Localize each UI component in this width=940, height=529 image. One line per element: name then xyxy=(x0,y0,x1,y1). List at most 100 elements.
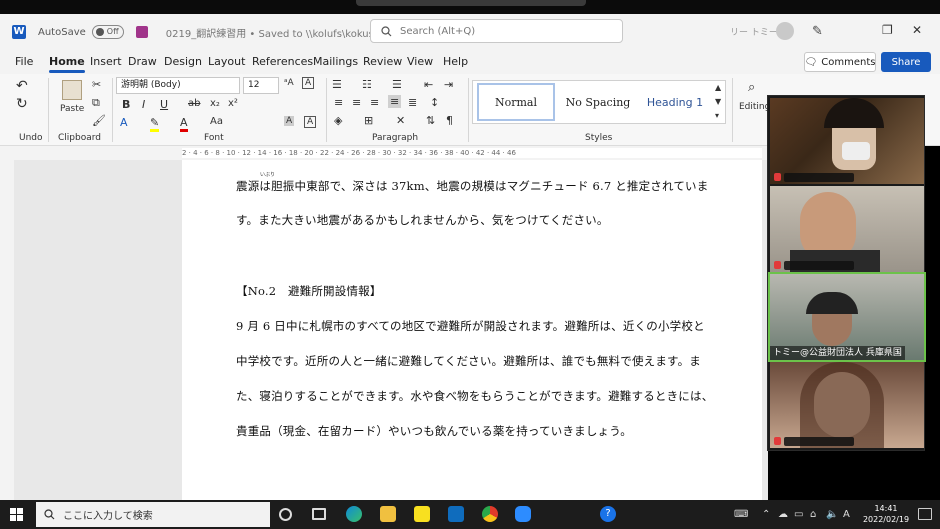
video-tile[interactable] xyxy=(770,98,924,184)
style-no-spacing[interactable]: No Spacing xyxy=(559,83,637,121)
comments-button[interactable]: 🗨 Comments xyxy=(804,52,876,72)
doc-heading[interactable]: 【No.2 避難所開設情報】 xyxy=(236,283,382,299)
tab-file[interactable]: File xyxy=(15,55,33,68)
font-name-select[interactable]: 游明朝 (Body) xyxy=(116,77,240,94)
highlight-icon[interactable]: ✎ xyxy=(150,116,160,132)
tab-layout[interactable]: Layout xyxy=(208,55,245,68)
onedrive-icon[interactable]: ☁ xyxy=(778,509,788,520)
shading-icon[interactable]: A xyxy=(284,116,295,126)
numbering-icon[interactable]: ☷ xyxy=(362,78,372,91)
video-tile[interactable] xyxy=(770,186,924,272)
multilevel-list-icon[interactable]: ☰ xyxy=(392,78,402,91)
ime-mode[interactable]: A xyxy=(843,509,850,520)
taskbar-search[interactable]: ここに入力して検索 xyxy=(36,502,270,527)
document-title[interactable]: 0219_翻訳練習用 • Saved to \\kolufs\kokusv01 … xyxy=(166,25,404,40)
strikethrough-button[interactable]: ab xyxy=(188,98,200,109)
bold-button[interactable]: B xyxy=(122,98,130,111)
editing-label[interactable]: Editing xyxy=(739,102,770,112)
avatar[interactable] xyxy=(776,22,794,40)
underline-button[interactable]: U xyxy=(160,98,168,111)
network-icon[interactable]: ⌂ xyxy=(810,509,816,520)
doc-line[interactable]: 中学校です。近所の人と一緒に避難してください。避難所は、誰でも無料で使えます。ま xyxy=(236,353,701,369)
notifications-icon[interactable] xyxy=(918,508,932,520)
horizontal-ruler[interactable]: 2 · 4 · 6 · 8 · 10 · 12 · 14 · 16 · 18 ·… xyxy=(0,146,768,160)
change-case-icon[interactable]: ᵃA xyxy=(284,78,294,88)
style-normal[interactable]: Normal xyxy=(477,83,555,121)
help-icon[interactable]: ? xyxy=(600,506,616,522)
increase-indent-icon[interactable]: ⇥ xyxy=(444,78,453,91)
undo-icon[interactable]: ↶ xyxy=(16,78,28,94)
tab-references[interactable]: References xyxy=(252,55,313,68)
italic-button[interactable]: I xyxy=(142,98,145,111)
sort-icon[interactable]: ⇅ xyxy=(426,114,435,127)
video-tile-active-speaker[interactable]: トミー@公益財団法人 兵庫県国 xyxy=(768,272,926,362)
edge-icon[interactable] xyxy=(346,506,362,522)
task-view-icon[interactable] xyxy=(312,508,326,520)
tab-view[interactable]: View xyxy=(407,55,433,68)
paste-label[interactable]: Paste xyxy=(60,104,84,114)
show-marks-icon[interactable]: ¶ xyxy=(446,114,453,127)
align-right-icon[interactable]: ≡ xyxy=(370,96,379,109)
tab-review[interactable]: Review xyxy=(363,55,402,68)
save-icon[interactable] xyxy=(135,26,148,38)
clock[interactable]: 14:41 2022/02/19 xyxy=(856,503,916,525)
redo-icon[interactable]: ↻ xyxy=(16,96,28,112)
document-page[interactable]: いぶり 震源は胆振中東部で、深さは 37km、地震の規模はマグニチュード 6.7… xyxy=(182,160,762,500)
restore-icon[interactable]: ❐ xyxy=(882,23,893,37)
styles-more-icon[interactable]: ▾ xyxy=(715,111,719,120)
share-toolbar-handle[interactable] xyxy=(356,0,586,6)
tab-home[interactable]: Home xyxy=(49,55,85,73)
subscript-button[interactable]: x₂ xyxy=(210,98,220,109)
copy-icon[interactable]: ⧉ xyxy=(92,96,100,110)
close-icon[interactable]: ✕ xyxy=(912,23,922,37)
sticky-notes-icon[interactable] xyxy=(414,506,430,522)
styles-scroll-up-icon[interactable]: ▲ xyxy=(715,83,721,92)
line-spacing-icon[interactable]: ↕ xyxy=(430,96,439,109)
clear-format-icon[interactable]: A xyxy=(302,77,315,89)
doc-line[interactable]: 9 月 6 日中に札幌市のすべての地区で避難所が開設されます。避難所は、近くの小… xyxy=(236,318,705,334)
find-icon[interactable]: ⌕ xyxy=(748,80,755,95)
vertical-ruler[interactable] xyxy=(0,160,14,500)
video-tile[interactable] xyxy=(770,362,924,448)
cortana-icon[interactable] xyxy=(279,508,292,521)
text-effects-icon[interactable]: A xyxy=(120,116,128,129)
align-left-icon[interactable]: ≡ xyxy=(334,96,343,109)
asian-layout-icon[interactable]: ✕ xyxy=(396,114,405,127)
border-char-icon[interactable]: A xyxy=(304,116,317,128)
user-name[interactable]: リー トミー xyxy=(730,25,778,38)
windows-start-icon[interactable] xyxy=(10,508,23,521)
tab-insert[interactable]: Insert xyxy=(90,55,122,68)
tab-help[interactable]: Help xyxy=(443,55,468,68)
search-box[interactable]: Search (Alt+Q) xyxy=(370,19,623,43)
bullets-icon[interactable]: ☰ xyxy=(332,78,342,91)
battery-icon[interactable]: ▭ xyxy=(794,509,803,520)
tab-design[interactable]: Design xyxy=(164,55,202,68)
autosave-toggle[interactable]: Off xyxy=(91,25,124,39)
ime-toolbar-icon[interactable]: ⌨ xyxy=(734,509,748,520)
chrome-icon[interactable] xyxy=(482,506,498,522)
paste-icon[interactable] xyxy=(62,80,82,100)
doc-line[interactable]: 震源は胆振中東部で、深さは 37km、地震の規模はマグニチュード 6.7 と推定… xyxy=(236,178,708,194)
file-explorer-icon[interactable] xyxy=(380,506,396,522)
justify-icon[interactable]: ≡ xyxy=(388,95,402,108)
share-button[interactable]: Share xyxy=(881,52,931,72)
decrease-indent-icon[interactable]: ⇤ xyxy=(424,78,433,91)
document-canvas[interactable]: いぶり 震源は胆振中東部で、深さは 37km、地震の規模はマグニチュード 6.7… xyxy=(0,160,768,500)
styles-scroll-down-icon[interactable]: ▼ xyxy=(715,97,721,106)
align-center-icon[interactable]: ≡ xyxy=(352,96,361,109)
doc-line[interactable]: す。また大きい地震があるかもしれませんから、気をつけてください。 xyxy=(236,212,609,228)
show-hidden-icons-icon[interactable]: ⌃ xyxy=(762,509,770,520)
outlook-icon[interactable] xyxy=(448,506,464,522)
volume-icon[interactable]: 🔈 xyxy=(826,509,838,520)
format-painter-icon[interactable]: 🖌 xyxy=(92,114,106,127)
cut-icon[interactable]: ✂ xyxy=(92,78,101,91)
paragraph-shading-icon[interactable]: ◈ xyxy=(334,114,342,127)
font-size-change-icon[interactable]: Aa xyxy=(210,116,223,127)
doc-line[interactable]: た、寝泊りすることができます。水や食べ物をもらうことができます。避難するときには… xyxy=(236,388,713,404)
doc-line[interactable]: 貴重品（現金、在留カード）やいつも飲んでいる薬を持っていきましょう。 xyxy=(236,423,632,439)
tab-draw[interactable]: Draw xyxy=(128,55,157,68)
distributed-icon[interactable]: ≣ xyxy=(408,96,417,109)
font-size-select[interactable]: 12 xyxy=(243,77,279,94)
tab-mailings[interactable]: Mailings xyxy=(313,55,358,68)
superscript-button[interactable]: x² xyxy=(228,98,238,109)
